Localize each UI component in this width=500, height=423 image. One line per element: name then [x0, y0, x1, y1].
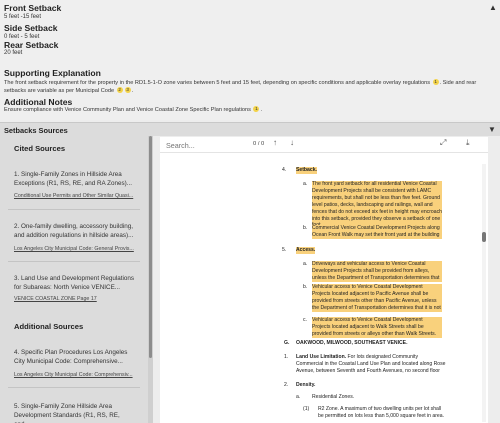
g1-paragraph: Land Use Limitation. For lots designated… — [296, 354, 446, 375]
source-item-1-title[interactable]: 1. Single-Family Zones in Hillside Area … — [14, 170, 136, 188]
setbacks-sources-title: Setbacks Sources — [4, 126, 68, 135]
section-5-title: Access. — [296, 247, 316, 254]
pdf-search-input[interactable] — [166, 140, 236, 150]
pdf-scrollbar-thumb[interactable] — [482, 232, 486, 242]
item-a-label: a. — [303, 181, 308, 187]
item-5c-label: c. — [303, 317, 307, 323]
front-setback-value: 5 feet -15 feet — [4, 14, 42, 20]
side-setback-title: Side Setback — [4, 23, 58, 33]
source-item-3-link[interactable]: VENICE COASTAL ZONE Page 17 — [14, 296, 136, 302]
arrow-down-icon[interactable]: ↓ — [290, 139, 294, 147]
collapse-chevron-icon[interactable]: ▲ — [489, 4, 497, 12]
g2a1-label: (1) — [303, 406, 310, 412]
rear-setback-value: 20 feet — [4, 50, 23, 56]
notes-text-end: . — [260, 107, 263, 113]
sources-scrollbar[interactable] — [148, 136, 153, 423]
source-item-2-link[interactable]: Los Angeles City Municipal Code: General… — [14, 246, 136, 252]
section-4-title: Setback. — [296, 167, 317, 174]
section-5-number: 5. — [282, 247, 287, 253]
rear-setback-title: Rear Setback — [4, 40, 59, 50]
supporting-text-a: The front setback requirement for the pr… — [4, 80, 431, 86]
divider — [8, 387, 140, 388]
setbacks-sources-header[interactable]: Setbacks Sources ▼ — [0, 122, 500, 136]
divider — [8, 209, 140, 210]
item-5a-label: a. — [303, 261, 308, 267]
expand-icon[interactable]: ⤢ — [440, 139, 446, 147]
citation-badge[interactable]: 2 — [116, 87, 123, 93]
g1-title: Land Use Limitation. — [296, 354, 347, 360]
section-4-number: 4. — [282, 167, 287, 173]
pdf-scrollbar[interactable] — [482, 164, 486, 422]
divider — [8, 261, 140, 262]
pdf-toolbar: 0 / 0 ↑ ↓ ⤢ ⤓ — [160, 137, 488, 153]
citation-badge[interactable]: 1 — [253, 106, 260, 112]
g2a-label: a. — [296, 394, 301, 400]
item-5b-text: Vehicular access to Venice Coastal Devel… — [312, 284, 442, 312]
setbacks-summary: ▲ Front Setback 5 feet -15 feet Side Set… — [0, 0, 500, 120]
item-5c-text: Vehicular access to Venice Coastal Devel… — [312, 317, 442, 338]
item-a-text: The front yard setback for all residenti… — [312, 181, 442, 228]
g1-number: 1. — [284, 354, 289, 360]
item-5b-label: b. — [303, 284, 308, 290]
g2a-text: Residential Zones. — [312, 394, 355, 400]
item-b-text: Commercial Venice Coastal Development Pr… — [312, 225, 442, 239]
front-setback-title: Front Setback — [4, 3, 62, 13]
additional-notes-text: Ensure compliance with Venice Community … — [4, 106, 492, 114]
g2-title: Density. — [296, 382, 316, 388]
g2-number: 2. — [284, 382, 289, 388]
source-item-1-link[interactable]: Conditional Use Permits and Other Simila… — [14, 193, 136, 199]
g2a1-text: R2 Zone. A maximum of two dwelling units… — [318, 406, 445, 419]
pdf-viewer: 0 / 0 ↑ ↓ ⤢ ⤓ 4. Setback. a. The front y… — [160, 137, 488, 423]
source-item-2-title[interactable]: 2. One-family dwelling, accessory buildi… — [14, 222, 136, 240]
citation-badge[interactable]: 3 — [124, 87, 131, 93]
source-item-4-title[interactable]: 4. Specific Plan Procedures Los Angeles … — [14, 348, 136, 366]
source-item-4-link[interactable]: Los Angeles City Municipal Code: Compreh… — [14, 372, 136, 378]
expand-chevron-icon[interactable]: ▼ — [488, 126, 496, 134]
citation-badge[interactable]: 1 — [432, 79, 439, 85]
sources-list: Cited Sources 1. Single-Family Zones in … — [0, 136, 148, 423]
page-indicator: 0 / 0 — [253, 141, 265, 147]
additional-sources-heading: Additional Sources — [14, 322, 84, 331]
arrow-up-icon[interactable]: ↑ — [273, 139, 277, 147]
item-5a-text: Driveways and vehicular access to Venice… — [312, 261, 442, 282]
sources-scrollbar-thumb[interactable] — [149, 136, 152, 358]
source-item-5-title[interactable]: 5. Single-Family Zone Hillside Area Deve… — [14, 402, 136, 423]
supporting-explanation-text: The front setback requirement for the pr… — [4, 79, 492, 95]
supporting-explanation-title: Supporting Explanation — [4, 68, 101, 78]
cited-sources-heading: Cited Sources — [14, 144, 66, 153]
supporting-text-c: . — [131, 88, 134, 94]
download-icon[interactable]: ⤓ — [466, 139, 470, 147]
section-g-label: G. — [284, 340, 290, 346]
source-item-3-title[interactable]: 3. Land Use and Development Regulations … — [14, 274, 136, 292]
item-b-label: b. — [303, 225, 308, 231]
section-g-title: OAKWOOD, MILWOOD, SOUTHEAST VENICE. — [296, 340, 408, 346]
notes-text: Ensure compliance with Venice Community … — [4, 107, 251, 113]
